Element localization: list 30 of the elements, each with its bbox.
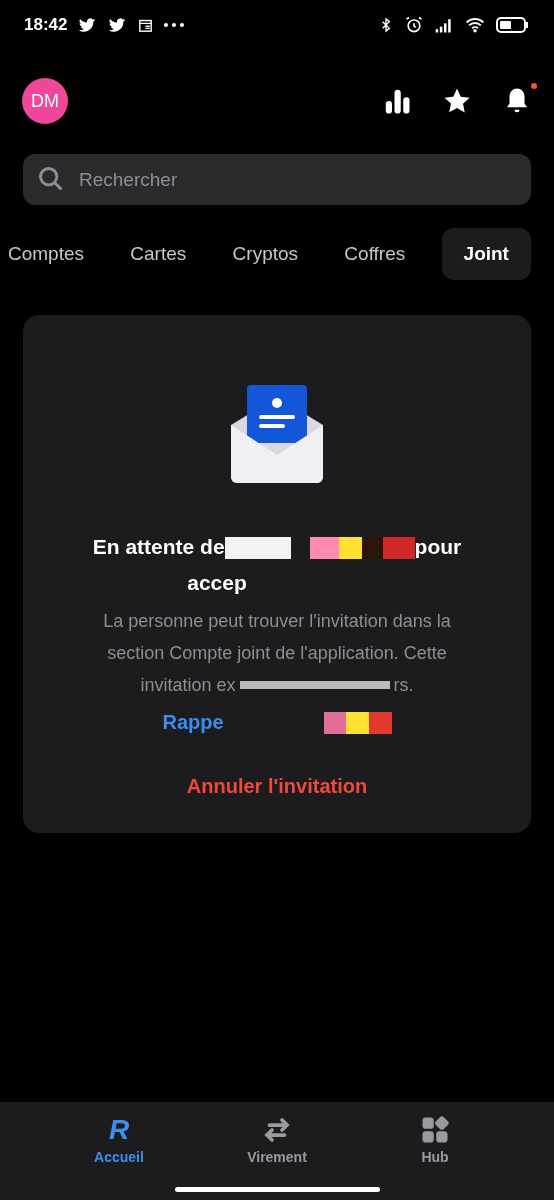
nav-tab[interactable]: Hub <box>385 1114 485 1166</box>
nav-tab[interactable]: R Accueil <box>69 1114 169 1166</box>
description-text: invitation ex <box>140 674 236 697</box>
description-text: rs. <box>393 674 414 697</box>
tab[interactable]: Cryptos <box>222 228 309 280</box>
cancel-invitation-button[interactable]: Annuler l'invitation <box>180 774 374 799</box>
envelope-icon <box>229 385 325 483</box>
transfer-icon <box>262 1115 292 1145</box>
tab[interactable]: Coffres <box>334 228 416 280</box>
bird-icon <box>107 15 128 35</box>
more-icon <box>164 23 185 27</box>
wifi-icon <box>464 15 486 35</box>
tab[interactable]: Joint <box>441 228 531 280</box>
bird-icon <box>77 15 98 35</box>
grid-icon <box>420 1115 450 1145</box>
search-icon <box>37 165 65 193</box>
status-time: 18:42 <box>24 15 68 35</box>
title-text: En attente de <box>92 535 225 558</box>
title-text: pour <box>414 535 462 558</box>
tab[interactable]: Cartes <box>120 228 197 280</box>
reminder-link[interactable]: Rappe <box>162 711 224 734</box>
redaction-drawing <box>323 711 392 734</box>
tab[interactable]: Comptes <box>0 228 95 280</box>
battery-icon <box>496 16 530 34</box>
search-field[interactable]: Rechercher <box>23 154 531 205</box>
alarm-icon <box>404 15 424 35</box>
avatar[interactable]: DM <box>22 78 68 124</box>
nav-tab[interactable]: Virement <box>227 1114 327 1166</box>
title-text: accep <box>187 571 247 594</box>
logo-icon: R <box>108 1115 130 1145</box>
